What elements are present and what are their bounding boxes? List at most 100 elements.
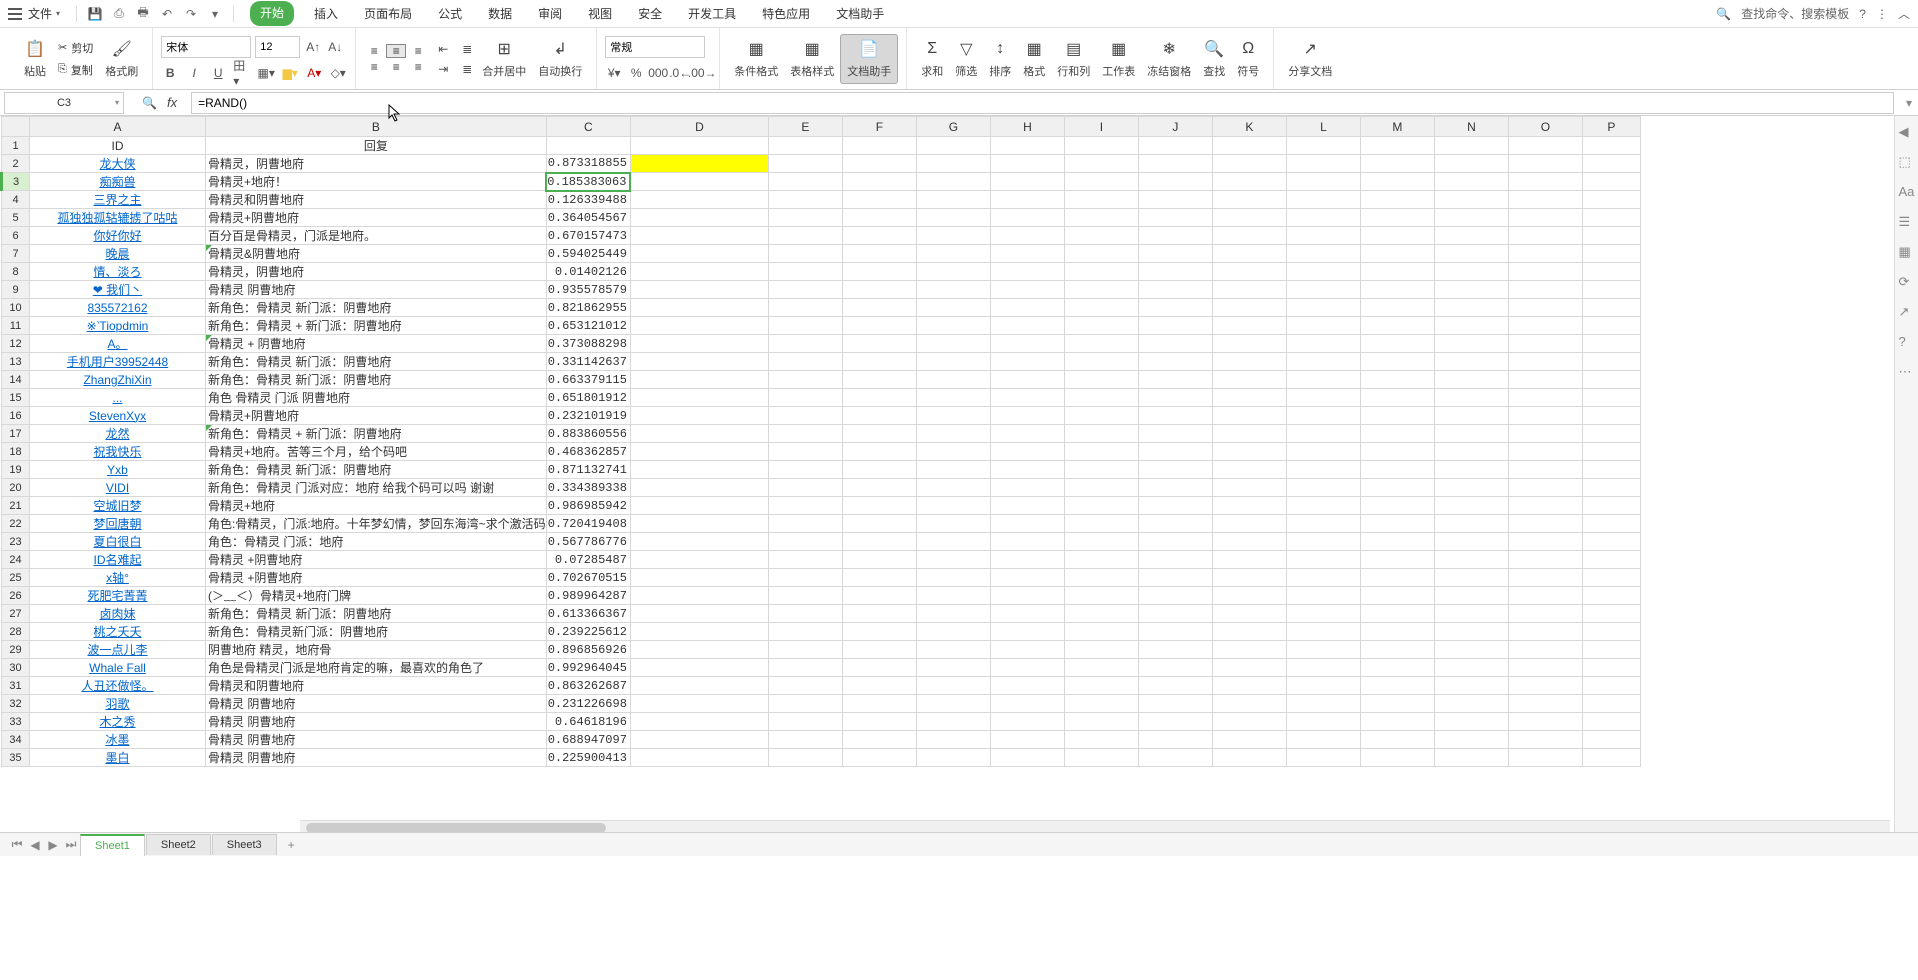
cell[interactable]: [1434, 713, 1508, 731]
cell[interactable]: [1360, 245, 1434, 263]
cell[interactable]: [1212, 497, 1286, 515]
table-row[interactable]: 7晚晨骨精灵&阴曹地府0.594025449: [2, 245, 1641, 263]
cell[interactable]: VIDI: [30, 479, 206, 497]
row-header[interactable]: 10: [2, 299, 30, 317]
cell[interactable]: [916, 695, 990, 713]
cell[interactable]: [768, 713, 842, 731]
row-header[interactable]: 17: [2, 425, 30, 443]
cell[interactable]: [1138, 695, 1212, 713]
cell[interactable]: ...: [30, 389, 206, 407]
cell[interactable]: [1434, 659, 1508, 677]
cell[interactable]: [842, 497, 916, 515]
cell[interactable]: [842, 515, 916, 533]
table-row[interactable]: 17龙然新角色：骨精灵 + 新门派：阴曹地府0.883860556: [2, 425, 1641, 443]
row-header[interactable]: 32: [2, 695, 30, 713]
cell[interactable]: 骨精灵 +阴曹地府: [206, 551, 547, 569]
cell[interactable]: [1360, 173, 1434, 191]
tab-review[interactable]: 审阅: [532, 1, 568, 26]
col-header-H[interactable]: H: [990, 117, 1064, 137]
cell[interactable]: 骨精灵&阴曹地府: [206, 245, 547, 263]
cell[interactable]: [1582, 281, 1640, 299]
cell[interactable]: [1138, 281, 1212, 299]
cell[interactable]: [768, 677, 842, 695]
cell[interactable]: [1286, 137, 1360, 155]
cell[interactable]: [842, 551, 916, 569]
row-header[interactable]: 28: [2, 623, 30, 641]
table-row[interactable]: 18祝我快乐骨精灵+地府。苦等三个月，给个码吧0.468362857: [2, 443, 1641, 461]
table-row[interactable]: 23夏白很白角色：骨精灵 门派：地府0.567786776: [2, 533, 1641, 551]
col-header-O[interactable]: O: [1508, 117, 1582, 137]
row-header[interactable]: 12: [2, 335, 30, 353]
cell[interactable]: 骨精灵 阴曹地府: [206, 281, 547, 299]
cell[interactable]: [1360, 623, 1434, 641]
tab-home[interactable]: 开始: [250, 1, 294, 26]
cell[interactable]: [1138, 713, 1212, 731]
cell[interactable]: [1064, 641, 1138, 659]
cell[interactable]: [1138, 173, 1212, 191]
cell[interactable]: 你好你好: [30, 227, 206, 245]
row-header[interactable]: 21: [2, 497, 30, 515]
cell[interactable]: [768, 389, 842, 407]
cell[interactable]: [630, 299, 768, 317]
collapse-ribbon-icon[interactable]: ︿: [1898, 5, 1910, 22]
cell[interactable]: [1434, 191, 1508, 209]
cell[interactable]: [1212, 317, 1286, 335]
cell[interactable]: [1286, 281, 1360, 299]
cell[interactable]: [1360, 551, 1434, 569]
table-row[interactable]: 25x轴°骨精灵 +阴曹地府0.702670515: [2, 569, 1641, 587]
cell[interactable]: [1582, 695, 1640, 713]
cell[interactable]: 空城旧梦: [30, 497, 206, 515]
cell[interactable]: [630, 353, 768, 371]
cell[interactable]: [1582, 371, 1640, 389]
cell[interactable]: [768, 623, 842, 641]
cell[interactable]: 角色是骨精灵门派是地府肯定的嘛，最喜欢的角色了: [206, 659, 547, 677]
cell[interactable]: [630, 227, 768, 245]
col-header-D[interactable]: D: [630, 117, 768, 137]
cell[interactable]: [1582, 353, 1640, 371]
cell[interactable]: [990, 245, 1064, 263]
cell[interactable]: 骨精灵 阴曹地府: [206, 695, 547, 713]
sum-button[interactable]: Σ求和: [915, 35, 949, 83]
table-style-button[interactable]: ▦表格样式: [784, 35, 840, 83]
col-header-E[interactable]: E: [768, 117, 842, 137]
cell[interactable]: [1138, 461, 1212, 479]
cell[interactable]: 0.567786776: [546, 533, 630, 551]
cell[interactable]: [1212, 353, 1286, 371]
cell[interactable]: [990, 479, 1064, 497]
cell[interactable]: (＞﹏＜）骨精灵+地府门牌: [206, 587, 547, 605]
cell[interactable]: [1360, 587, 1434, 605]
cell[interactable]: [1286, 587, 1360, 605]
cell[interactable]: 新角色：骨精灵 新门派：阴曹地府: [206, 371, 547, 389]
row-header[interactable]: 14: [2, 371, 30, 389]
table-row[interactable]: 4三界之主骨精灵和阴曹地府0.126339488: [2, 191, 1641, 209]
cell[interactable]: [842, 245, 916, 263]
filter-button[interactable]: ▽筛选: [949, 35, 983, 83]
cell[interactable]: [842, 263, 916, 281]
select-all-corner[interactable]: [2, 117, 30, 137]
cell[interactable]: [630, 605, 768, 623]
cell[interactable]: [1286, 317, 1360, 335]
cell[interactable]: [1064, 677, 1138, 695]
cell[interactable]: [990, 299, 1064, 317]
cell[interactable]: [990, 335, 1064, 353]
cell[interactable]: [1138, 533, 1212, 551]
tab-insert[interactable]: 插入: [308, 1, 344, 26]
cell[interactable]: [990, 137, 1064, 155]
cell[interactable]: [630, 407, 768, 425]
cell[interactable]: 手机用户39952448: [30, 353, 206, 371]
cell[interactable]: 0.594025449: [546, 245, 630, 263]
print-preview-icon[interactable]: ⎙: [111, 6, 127, 22]
cell[interactable]: [1434, 389, 1508, 407]
cut-button[interactable]: ✂剪切: [52, 38, 99, 58]
cell[interactable]: [990, 191, 1064, 209]
cell[interactable]: [1286, 695, 1360, 713]
cell[interactable]: [1212, 641, 1286, 659]
cell[interactable]: [1064, 245, 1138, 263]
cell[interactable]: [1286, 371, 1360, 389]
underline-button[interactable]: U: [209, 64, 227, 82]
help-panel-icon[interactable]: ?: [1899, 334, 1915, 350]
cell[interactable]: [1508, 677, 1582, 695]
cell[interactable]: [1212, 515, 1286, 533]
cell[interactable]: [842, 281, 916, 299]
cell[interactable]: [990, 173, 1064, 191]
